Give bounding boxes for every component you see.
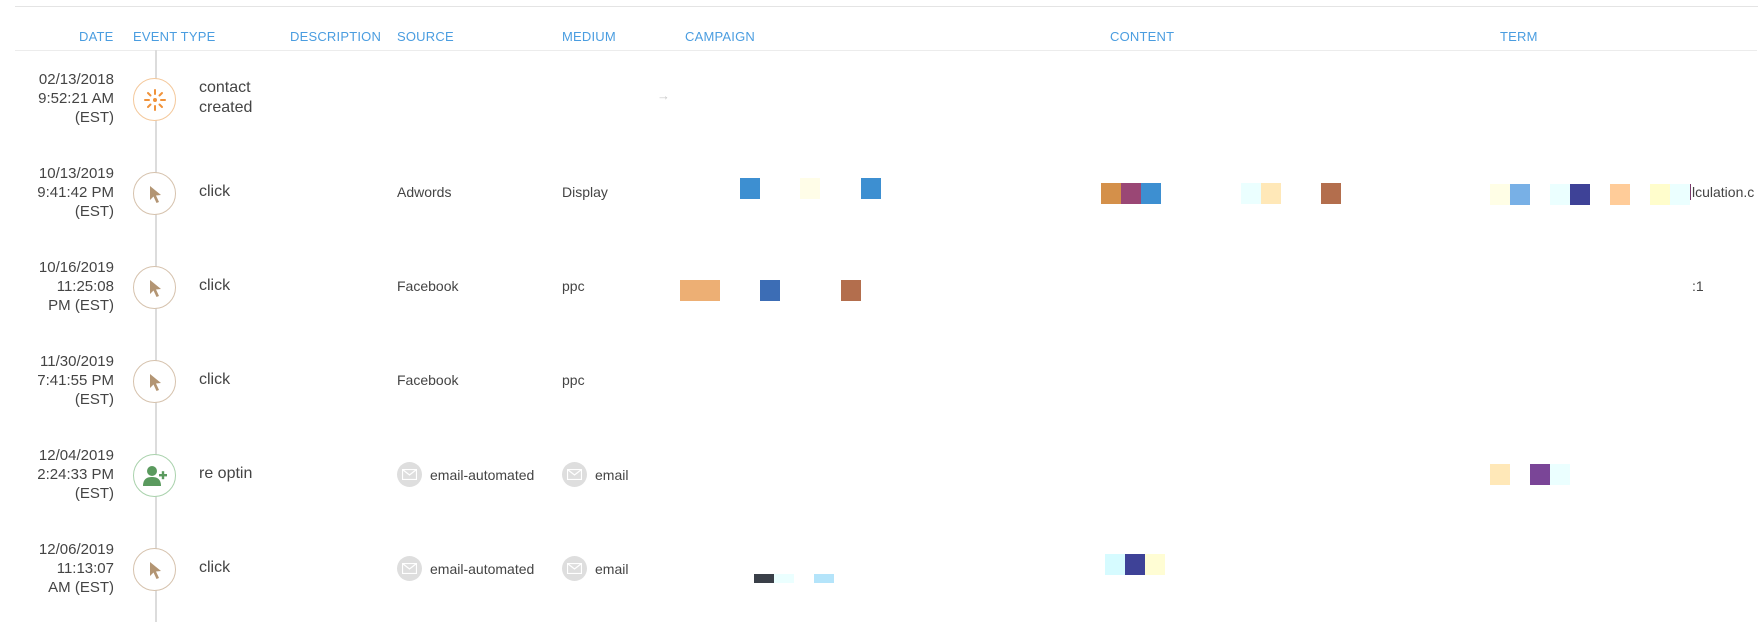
redaction-block: [1490, 464, 1510, 485]
redaction-block: [774, 574, 794, 583]
column-header-date[interactable]: DATE: [79, 29, 114, 44]
source-value: Facebook: [397, 372, 459, 388]
redaction-block: [1125, 554, 1145, 575]
event-type-label: click: [199, 183, 231, 200]
sparkle-icon: [133, 78, 176, 121]
table-row[interactable]: 10/13/2019 9:41:42 PM (EST) click Adword…: [0, 146, 1758, 240]
redaction-block: [1121, 183, 1141, 204]
table-row[interactable]: 11/30/2019 7:41:55 PM (EST) click Facebo…: [0, 334, 1758, 428]
medium-value: ppc: [562, 372, 585, 388]
header-divider: [15, 50, 1757, 51]
event-datetime: 12/04/2019 2:24:33 PM (EST): [37, 447, 114, 502]
redaction-block: [1670, 184, 1690, 205]
medium-value: email: [562, 556, 628, 581]
event-type-label: contact created: [199, 79, 253, 116]
redaction-block: [1530, 464, 1550, 485]
event-datetime: 02/13/2018 9:52:21 AM (EST): [38, 71, 114, 126]
redaction-block: [1105, 554, 1125, 575]
column-header-campaign[interactable]: CAMPAIGN: [685, 29, 755, 44]
cursor-icon: [133, 548, 176, 591]
redaction-block: [1261, 183, 1281, 204]
redaction-block: [1510, 184, 1530, 205]
arrow-right-icon: →: [657, 88, 670, 103]
event-type-label: re optin: [199, 465, 253, 482]
event-datetime: 11/30/2019 7:41:55 PM (EST): [37, 353, 114, 408]
source-value: Facebook: [397, 278, 459, 294]
mail-icon: [562, 556, 587, 581]
table-row[interactable]: 12/04/2019 2:24:33 PM (EST) re optin ema…: [0, 428, 1758, 522]
redaction-block: [1570, 184, 1590, 205]
source-value: Adwords: [397, 184, 452, 200]
redaction-block: [680, 280, 720, 301]
event-type-label: click: [199, 559, 231, 576]
table-row[interactable]: 02/13/2018 9:52:21 AM (EST) contact crea…: [0, 52, 1758, 146]
top-divider: [15, 6, 1758, 7]
redaction-block: [760, 280, 780, 301]
mail-icon: [562, 462, 587, 487]
redaction-block: [1550, 464, 1570, 485]
source-value: email-automated: [397, 556, 534, 581]
redaction-block: [1141, 183, 1161, 204]
mail-icon: [397, 462, 422, 487]
column-header-medium[interactable]: MEDIUM: [562, 29, 616, 44]
medium-value: Display: [562, 184, 608, 200]
medium-value: ppc: [562, 278, 585, 294]
redaction-block: [754, 574, 774, 583]
term-value: ‌:1: [1692, 278, 1704, 294]
redaction-block: [861, 178, 881, 199]
redaction-block: [1145, 554, 1165, 575]
column-header-description[interactable]: DESCRIPTION: [290, 29, 381, 44]
column-header-term[interactable]: TERM: [1500, 29, 1538, 44]
event-datetime: 10/13/2019 9:41:42 PM (EST): [37, 165, 114, 220]
cursor-icon: [133, 172, 176, 215]
redaction-block: [1490, 184, 1510, 205]
table-row[interactable]: 12/06/2019 11:13:07 AM (EST) click email…: [0, 522, 1758, 616]
event-datetime: 10/16/2019 11:25:08 PM (EST): [38, 259, 114, 314]
mail-icon: [397, 556, 422, 581]
redaction-block: [1610, 184, 1630, 205]
term-value: lculation.c: [1690, 184, 1758, 200]
event-type-label: click: [199, 371, 231, 388]
cursor-icon: [133, 266, 176, 309]
add-user-icon: [133, 454, 176, 497]
redaction-block: [800, 178, 820, 199]
redaction-block: [1241, 183, 1261, 204]
redaction-block: [1650, 184, 1670, 205]
event-datetime: 12/06/2019 11:13:07 AM (EST): [38, 541, 114, 596]
column-header-event-type[interactable]: EVENT TYPE: [133, 29, 215, 44]
column-header-source[interactable]: SOURCE: [397, 29, 454, 44]
event-type-label: click: [199, 277, 231, 294]
table-row[interactable]: 10/16/2019 11:25:08 PM (EST) click Faceb…: [0, 240, 1758, 334]
source-value: email-automated: [397, 462, 534, 487]
column-header-content[interactable]: CONTENT: [1110, 29, 1174, 44]
redaction-block: [814, 574, 834, 583]
medium-value: email: [562, 462, 628, 487]
cursor-icon: [133, 360, 176, 403]
redaction-block: [740, 178, 760, 199]
redaction-block: [1550, 184, 1570, 205]
redaction-block: [1321, 183, 1341, 204]
redaction-block: [1101, 183, 1121, 204]
redaction-block: [841, 280, 861, 301]
